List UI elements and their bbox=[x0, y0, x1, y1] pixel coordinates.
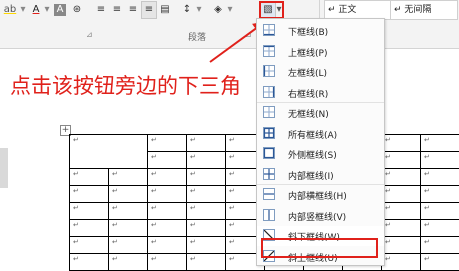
menu-item-inside-horizontal-border[interactable]: 内部横框线(H) bbox=[257, 185, 384, 205]
menu-item-border-bottom[interactable]: 下框线(B) bbox=[257, 21, 384, 41]
border-bottom-icon bbox=[263, 24, 275, 36]
menu-item-label: 内部竖框线(V) bbox=[288, 212, 347, 223]
inside-vertical-border-icon bbox=[263, 208, 275, 221]
menu-item-border-left[interactable]: 左框线(L) bbox=[257, 62, 384, 82]
menu-item-all-borders[interactable]: 所有框线(A) bbox=[257, 124, 384, 144]
menu-item-border-right[interactable]: 右框线(R) bbox=[257, 83, 384, 103]
menu-item-inside-vertical-border[interactable]: 内部竖框线(V) bbox=[257, 206, 384, 226]
menu-item-border-top[interactable]: 上框线(P) bbox=[257, 42, 384, 62]
menu-item-label: 内部横框线(H) bbox=[288, 192, 347, 202]
menu-item-label: 下框线(B) bbox=[288, 28, 329, 38]
border-left-icon bbox=[263, 65, 275, 77]
arrow-to-button bbox=[209, 21, 266, 63]
borders-button-highlight bbox=[259, 1, 284, 19]
borders-dropdown-menu: 下框线(B) 上框线(P) 左框线(L) 右框线(R) 无框线(N) 所有框线(A) 外侧框… bbox=[256, 18, 385, 266]
menu-item-label: 外侧框线(S) bbox=[288, 151, 337, 161]
annotation-arrows bbox=[209, 21, 381, 263]
menu-item-label: 左框线(L) bbox=[288, 69, 328, 79]
border-top-icon bbox=[263, 44, 275, 57]
menu-item-label: 所有框线(A) bbox=[288, 130, 338, 141]
border-right-icon bbox=[263, 85, 275, 98]
no-border-icon bbox=[263, 106, 275, 118]
menu-item-label: 右框线(R) bbox=[288, 89, 329, 100]
menu-item-label: 无框线(N) bbox=[288, 110, 329, 120]
menu-item-outside-borders[interactable]: 外侧框线(S) bbox=[257, 144, 384, 164]
inside-borders-icon bbox=[263, 167, 275, 180]
outside-borders-icon bbox=[263, 147, 275, 159]
menu-item-label: 上框线(P) bbox=[288, 48, 328, 59]
menu-item-inside-borders[interactable]: 内部框线(I) bbox=[257, 165, 384, 185]
selected-item-highlight bbox=[261, 238, 378, 258]
inside-horizontal-border-icon bbox=[263, 188, 275, 200]
menu-item-no-border[interactable]: 无框线(N) bbox=[257, 103, 384, 123]
menu-item-label: 内部框线(I) bbox=[288, 171, 334, 182]
all-borders-icon bbox=[263, 126, 275, 139]
